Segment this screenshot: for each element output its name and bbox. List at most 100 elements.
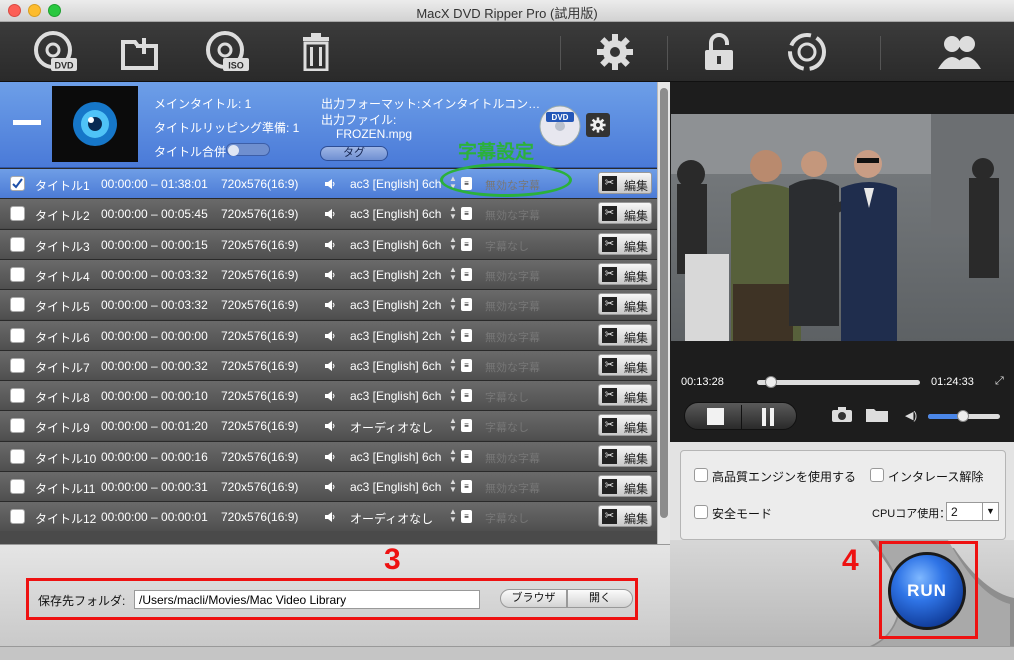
subtitle-select[interactable]: 無効な字幕 <box>485 359 540 375</box>
title-row[interactable]: タイトル5 00:00:00 – 00:03:32 720x576(16:9) ac3… <box>0 289 657 320</box>
edit-button[interactable]: ✂ 編集 <box>598 293 652 316</box>
audio-track-stepper[interactable]: ▲ ▼ <box>449 235 457 252</box>
volume-slider[interactable] <box>928 410 1000 422</box>
scissors-icon: ✂ <box>602 357 617 373</box>
subtitle-select[interactable]: 字幕なし <box>485 510 529 526</box>
folder-path-input[interactable] <box>134 590 480 609</box>
snapshot-button[interactable] <box>831 407 853 426</box>
audio-track-stepper[interactable]: ▲ ▼ <box>449 387 457 403</box>
title-checkbox[interactable] <box>10 448 25 464</box>
title-row[interactable]: タイトル8 00:00:00 – 00:00:10 720x576(16:9) ac3… <box>0 380 657 411</box>
title-row[interactable]: タイトル7 00:00:00 – 00:00:32 720x576(16:9) ac3… <box>0 349 657 380</box>
title-duration: 00:00:00 – 00:00:10 <box>101 389 208 404</box>
title-duration: 00:00:00 – 00:05:45 <box>101 207 208 222</box>
audio-track-stepper[interactable]: ▲ ▼ <box>449 478 457 494</box>
edit-button[interactable]: ✂ 編集 <box>598 172 652 194</box>
subtitle-select[interactable]: 無効な字幕 <box>485 268 540 284</box>
title-checkbox[interactable] <box>10 236 25 252</box>
stop-button[interactable] <box>689 406 741 427</box>
camera-icon <box>832 407 852 422</box>
high-quality-checkbox[interactable] <box>694 468 708 482</box>
title-row[interactable]: タイトル10 00:00:00 – 00:00:16 720x576(16:9) ac… <box>0 440 657 471</box>
open-button[interactable]: 開く <box>567 589 633 608</box>
pause-button[interactable] <box>743 406 793 427</box>
subtitle-select[interactable]: 字幕なし <box>485 419 529 435</box>
subtitle-file-icon: ≡ <box>461 298 472 312</box>
title-row[interactable]: タイトル11 00:00:00 – 00:00:31 720x576(16:9) ac… <box>0 471 657 501</box>
audio-track-stepper[interactable]: ▲ ▼ <box>449 205 457 221</box>
title-checkbox[interactable] <box>10 479 25 494</box>
deinterlace-checkbox[interactable] <box>870 468 884 482</box>
main-title-label: メインタイトル: 1 <box>154 97 252 111</box>
title-checkbox[interactable] <box>10 388 25 404</box>
seek-bar[interactable] <box>757 376 920 388</box>
edit-button[interactable]: ✂ 編集 <box>598 262 652 285</box>
delete-button[interactable] <box>288 28 344 76</box>
register-button[interactable] <box>691 28 747 76</box>
subtitle-select[interactable]: 無効な字幕 <box>485 207 540 223</box>
scrollbar-thumb[interactable] <box>660 88 668 518</box>
subtitle-select[interactable]: 無効な字幕 <box>485 450 540 466</box>
title-checkbox[interactable] <box>10 509 25 525</box>
edit-button[interactable]: ✂ 編集 <box>598 444 652 467</box>
title-checkbox[interactable] <box>10 297 25 313</box>
subtitle-select[interactable]: 無効な字幕 <box>485 480 540 496</box>
step-4-annotation: 4 <box>842 544 859 577</box>
audio-track-stepper[interactable]: ▲ ▼ <box>449 326 457 343</box>
edit-button[interactable]: ✂ 編集 <box>598 202 652 225</box>
seek-knob[interactable] <box>764 376 777 388</box>
subtitle-select[interactable]: 字幕なし <box>485 389 529 405</box>
title-row[interactable]: タイトル9 00:00:00 – 00:01:20 720x576(16:9) オーデ… <box>0 410 657 441</box>
edit-button[interactable]: ✂ 編集 <box>598 323 652 346</box>
stop-icon <box>706 408 724 425</box>
subtitle-select[interactable]: 無効な字幕 <box>485 298 540 314</box>
title-checkbox[interactable] <box>10 176 25 191</box>
audio-track-stepper[interactable]: ▲ ▼ <box>449 356 457 373</box>
edit-button[interactable]: ✂ 編集 <box>598 232 652 255</box>
output-settings-button[interactable] <box>586 113 610 137</box>
open-snapshot-folder-button[interactable] <box>865 407 889 426</box>
edit-button[interactable]: ✂ 編集 <box>598 414 652 437</box>
check-update-button[interactable] <box>779 28 835 76</box>
audio-track-stepper[interactable]: ▲ ▼ <box>449 296 457 312</box>
subtitle-select[interactable]: 字幕なし <box>485 238 529 254</box>
title-checkbox[interactable] <box>10 206 25 222</box>
edit-button[interactable]: ✂ 編集 <box>598 505 652 528</box>
audio-track-stepper[interactable]: ▲ ▼ <box>449 417 457 433</box>
title-name: タイトル9 <box>35 421 90 436</box>
dvd-info-panel[interactable]: メインタイトル: 1 タイトルリッピング準備: 1 タイトル合併 出力フォーマッ… <box>0 82 657 168</box>
load-folder-button[interactable] <box>112 28 168 76</box>
audio-track-stepper[interactable]: ▲ ▼ <box>449 447 457 464</box>
iso-icon: ISO <box>206 31 249 71</box>
title-checkbox[interactable] <box>10 357 25 373</box>
browse-button[interactable]: ブラウザ <box>500 589 567 608</box>
edit-button[interactable]: ✂ 編集 <box>598 475 652 497</box>
edit-button[interactable]: ✂ 編集 <box>598 384 652 407</box>
account-button[interactable] <box>931 28 987 76</box>
safe-mode-checkbox[interactable] <box>694 505 708 519</box>
load-iso-button[interactable]: ISO <box>200 28 256 76</box>
load-dvd-button[interactable]: DVD <box>28 28 84 76</box>
svg-text:ISO: ISO <box>228 61 244 71</box>
title-merge-toggle[interactable] <box>226 143 270 156</box>
audio-track-stepper[interactable]: ▲ ▼ <box>449 265 457 282</box>
title-row[interactable]: タイトル4 00:00:00 – 00:03:32 720x576(16:9) ac3… <box>0 258 657 289</box>
audio-track-stepper[interactable]: ▲ ▼ <box>449 508 457 524</box>
settings-button[interactable] <box>587 28 643 76</box>
volume-knob[interactable] <box>956 410 969 422</box>
title-row[interactable]: タイトル2 00:00:00 – 00:05:45 720x576(16:9) ac3… <box>0 198 657 229</box>
title-resolution: 720x576(16:9) <box>221 480 299 494</box>
title-checkbox[interactable] <box>10 327 25 343</box>
tag-button[interactable]: タグ <box>320 146 388 161</box>
fullscreen-icon[interactable]: ⤢ <box>995 375 1004 388</box>
title-checkbox[interactable] <box>10 266 25 282</box>
subtitle-select[interactable]: 無効な字幕 <box>485 329 540 345</box>
run-button[interactable]: RUN <box>888 552 966 630</box>
edit-button[interactable]: ✂ 編集 <box>598 353 652 376</box>
collapse-button[interactable] <box>13 120 41 125</box>
title-row[interactable]: タイトル12 00:00:00 – 00:00:01 720x576(16:9) オー… <box>0 501 657 532</box>
title-row[interactable]: タイトル6 00:00:00 – 00:00:00 720x576(16:9) ac3… <box>0 319 657 350</box>
title-row[interactable]: タイトル3 00:00:00 – 00:00:15 720x576(16:9) ac3… <box>0 228 657 259</box>
cpu-core-select[interactable]: 2 ▼ <box>946 502 999 521</box>
title-checkbox[interactable] <box>10 418 25 434</box>
